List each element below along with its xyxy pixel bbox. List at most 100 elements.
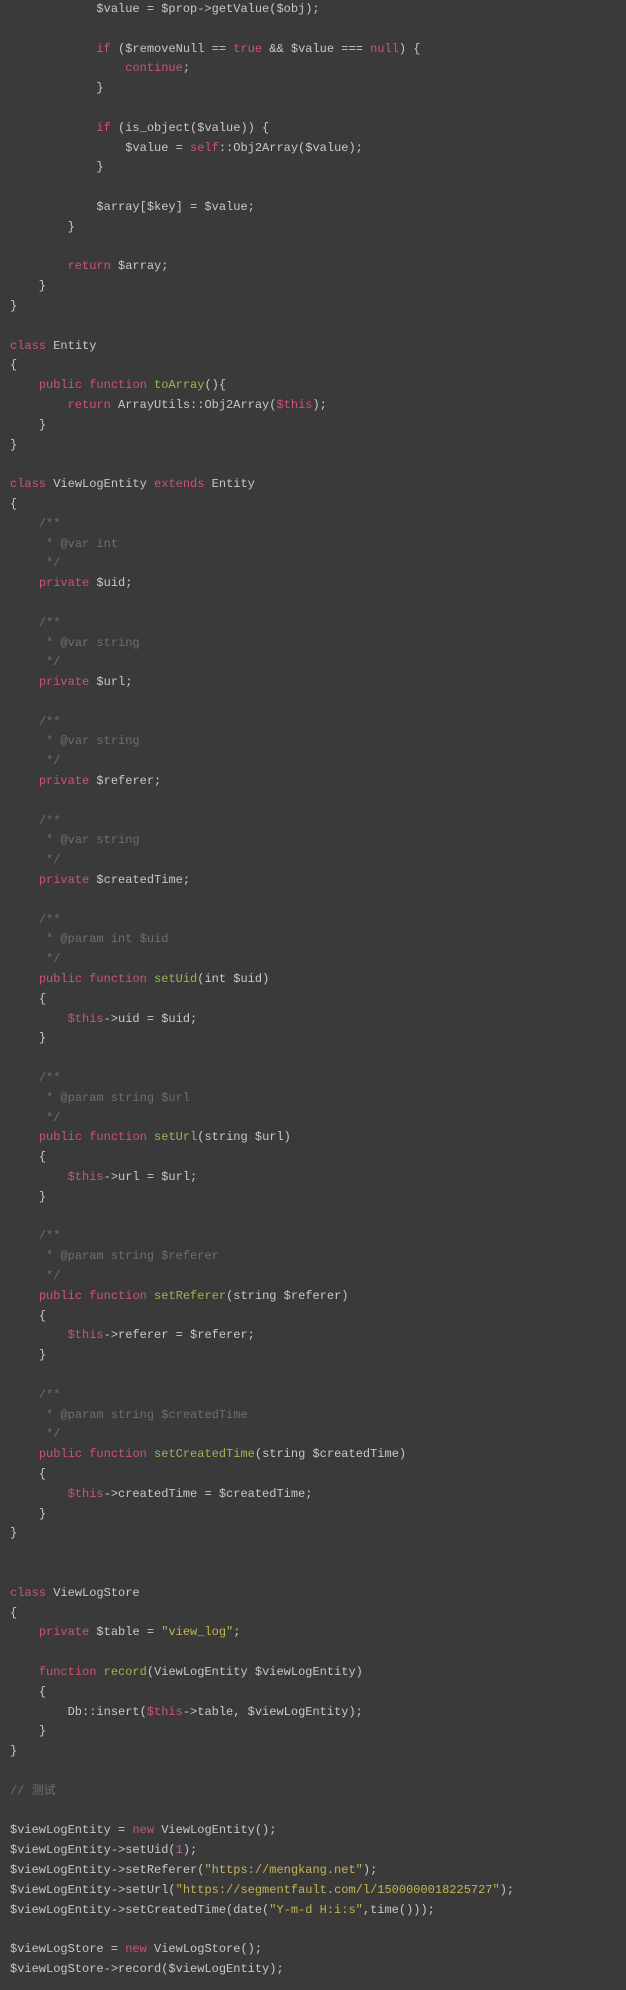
keyword-if: if bbox=[96, 42, 110, 56]
keyword-this: $this bbox=[68, 1012, 104, 1026]
keyword-function: function bbox=[89, 378, 147, 392]
code-text: ); bbox=[312, 398, 326, 412]
code-text: $table = bbox=[89, 1625, 161, 1639]
comment: */ bbox=[39, 952, 61, 966]
comment: * @var string bbox=[39, 833, 140, 847]
keyword-new: new bbox=[125, 1942, 147, 1956]
brace: { bbox=[39, 1685, 46, 1699]
brace: } bbox=[39, 1507, 46, 1521]
keyword-public: public bbox=[39, 378, 82, 392]
keyword-function: function bbox=[89, 972, 147, 986]
code-text: ); bbox=[183, 1843, 197, 1857]
bool-true: true bbox=[233, 42, 262, 56]
code-text: $viewLogEntity->setReferer( bbox=[10, 1863, 204, 1877]
comment: /** bbox=[39, 1388, 61, 1402]
keyword-private: private bbox=[39, 774, 89, 788]
code-line: $value = $prop->getValue($obj); bbox=[10, 2, 320, 16]
comment: */ bbox=[39, 1111, 61, 1125]
code-text: ; bbox=[233, 1625, 240, 1639]
keyword-this: $this bbox=[147, 1705, 183, 1719]
code-line: } bbox=[10, 160, 104, 174]
comment: /** bbox=[39, 715, 61, 729]
comment: /** bbox=[39, 1229, 61, 1243]
code-text: ->createdTime = $createdTime; bbox=[104, 1487, 313, 1501]
brace: } bbox=[10, 438, 17, 452]
class-name: Entity bbox=[204, 477, 254, 491]
keyword-private: private bbox=[39, 576, 89, 590]
keyword-this: $this bbox=[68, 1328, 104, 1342]
code-text: ->referer = $referer; bbox=[104, 1328, 255, 1342]
code-text: $value = bbox=[10, 141, 190, 155]
code-text: ->url = $url; bbox=[104, 1170, 198, 1184]
code-text: (ViewLogEntity $viewLogEntity) bbox=[147, 1665, 363, 1679]
code-text: ->uid = $uid; bbox=[104, 1012, 198, 1026]
code-text: ); bbox=[363, 1863, 377, 1877]
code-line: } bbox=[10, 220, 75, 234]
string-literal: "https://mengkang.net" bbox=[204, 1863, 362, 1877]
code-text: ) { bbox=[399, 42, 421, 56]
keyword-function: function bbox=[89, 1289, 147, 1303]
code-text: $array; bbox=[111, 259, 169, 273]
code-line: } bbox=[10, 81, 104, 95]
brace: { bbox=[10, 1606, 17, 1620]
brace: } bbox=[39, 1724, 46, 1738]
code-text: (string $url) bbox=[197, 1130, 291, 1144]
keyword-public: public bbox=[39, 1447, 82, 1461]
brace: } bbox=[39, 1190, 46, 1204]
code-text: ,time())); bbox=[363, 1903, 435, 1917]
comment: */ bbox=[39, 1269, 61, 1283]
code-text: (is_object($value)) { bbox=[111, 121, 269, 135]
brace: { bbox=[10, 497, 17, 511]
code-text: $url; bbox=[89, 675, 132, 689]
comment: * @var string bbox=[39, 734, 140, 748]
code-text: (){ bbox=[204, 378, 226, 392]
keyword-if: if bbox=[96, 121, 110, 135]
class-name: ViewLogStore bbox=[46, 1586, 140, 1600]
brace: } bbox=[39, 1031, 46, 1045]
function-name: toArray bbox=[154, 378, 204, 392]
code-text: ; bbox=[183, 61, 190, 75]
function-name: setCreatedTime bbox=[154, 1447, 255, 1461]
code-text: ->table, $viewLogEntity); bbox=[183, 1705, 363, 1719]
string-literal: "view_log" bbox=[161, 1625, 233, 1639]
code-text: $referer; bbox=[89, 774, 161, 788]
keyword-function: function bbox=[39, 1665, 97, 1679]
keyword-class: class bbox=[10, 339, 46, 353]
code-text: $viewLogEntity->setCreatedTime(date( bbox=[10, 1903, 269, 1917]
keyword-return: return bbox=[68, 398, 111, 412]
brace: { bbox=[10, 358, 17, 372]
keyword-this: $this bbox=[68, 1170, 104, 1184]
code-text: (string $createdTime) bbox=[255, 1447, 406, 1461]
comment: */ bbox=[39, 1427, 61, 1441]
code-text: $viewLogEntity = bbox=[10, 1823, 132, 1837]
code-block: $value = $prop->getValue($obj); if ($rem… bbox=[0, 0, 626, 1990]
function-name: record bbox=[104, 1665, 147, 1679]
code-text: $uid; bbox=[89, 576, 132, 590]
keyword-public: public bbox=[39, 1289, 82, 1303]
keyword-extends: extends bbox=[154, 477, 204, 491]
comment: // 测试 bbox=[10, 1784, 56, 1798]
function-name: setUrl bbox=[154, 1130, 197, 1144]
code-line: } bbox=[10, 279, 46, 293]
keyword-new: new bbox=[132, 1823, 154, 1837]
code-text: (int $uid) bbox=[197, 972, 269, 986]
brace: { bbox=[39, 1309, 46, 1323]
comment: * @var string bbox=[39, 636, 140, 650]
comment: */ bbox=[39, 853, 61, 867]
keyword-private: private bbox=[39, 675, 89, 689]
brace: { bbox=[39, 1467, 46, 1481]
keyword-class: class bbox=[10, 1586, 46, 1600]
keyword-private: private bbox=[39, 1625, 89, 1639]
code-text: $viewLogStore = bbox=[10, 1942, 125, 1956]
keyword-function: function bbox=[89, 1130, 147, 1144]
code-line: } bbox=[10, 299, 17, 313]
keyword-return: return bbox=[68, 259, 111, 273]
class-name: Entity bbox=[46, 339, 96, 353]
code-text: (string $referer) bbox=[226, 1289, 348, 1303]
keyword-this: $this bbox=[276, 398, 312, 412]
comment: */ bbox=[39, 754, 61, 768]
function-name: setUid bbox=[154, 972, 197, 986]
comment: /** bbox=[39, 517, 61, 531]
brace: } bbox=[10, 1526, 17, 1540]
function-name: setReferer bbox=[154, 1289, 226, 1303]
